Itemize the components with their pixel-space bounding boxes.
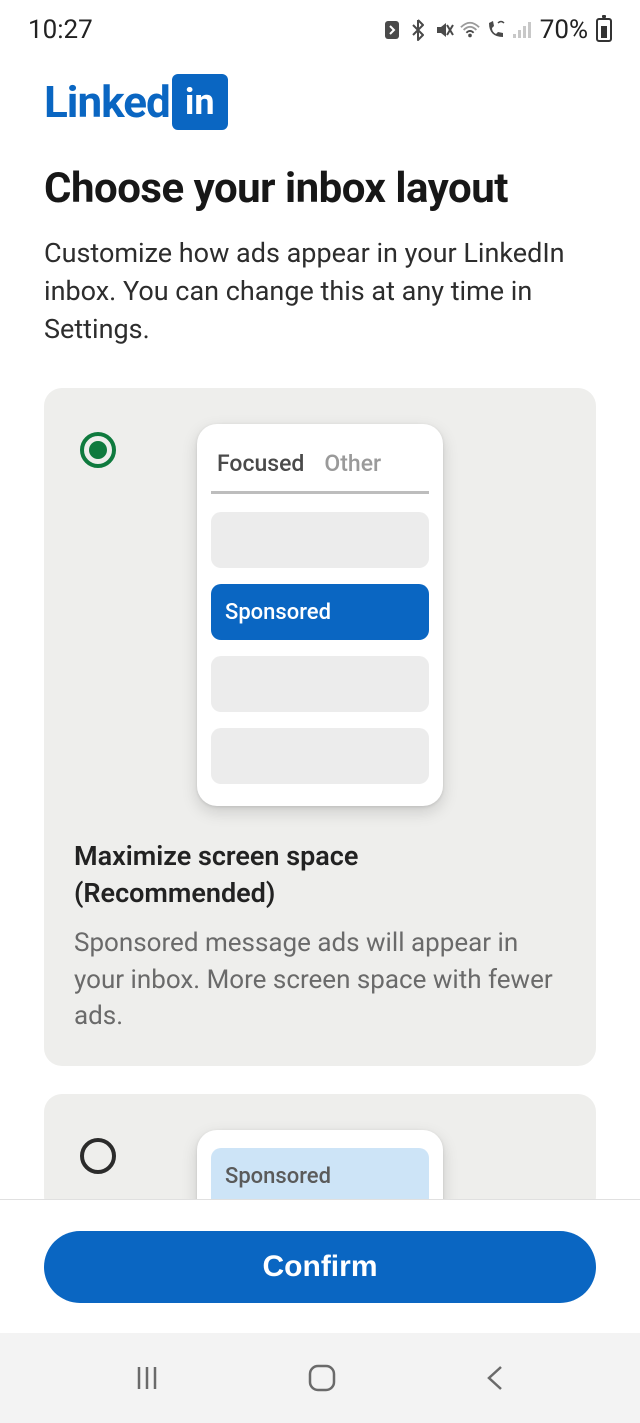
status-icons: 70% xyxy=(382,15,612,45)
system-nav-bar xyxy=(0,1333,640,1423)
mockup-preview-1: Focused Other Sponsored xyxy=(74,424,566,806)
sponsored-label: Sponsored xyxy=(225,1164,331,1189)
option1-title: Maximize screen space (Recommended) xyxy=(74,838,566,911)
bluetooth-icon xyxy=(408,20,428,40)
call-wifi-icon xyxy=(486,20,506,40)
status-time: 10:27 xyxy=(28,15,93,45)
battery-percent: 70% xyxy=(540,15,588,45)
tab-focused: Focused xyxy=(217,450,304,477)
linkedin-logo: Linked in xyxy=(44,74,596,130)
mute-icon xyxy=(434,20,454,40)
signal-icon xyxy=(512,20,532,40)
inbox-mockup: Focused Other Sponsored xyxy=(197,424,443,806)
sponsored-row: Sponsored xyxy=(211,584,429,640)
card-icon xyxy=(382,20,402,40)
page-subtitle: Customize how ads appear in your LinkedI… xyxy=(44,235,596,348)
option-maximize-space[interactable]: Focused Other Sponsored Maximize screen … xyxy=(44,388,596,1066)
recents-icon[interactable] xyxy=(132,1363,162,1393)
logo-box: in xyxy=(172,74,228,130)
confirm-button[interactable]: Confirm xyxy=(44,1231,596,1303)
mockup-preview-2: Sponsored xyxy=(74,1130,566,1199)
footer-bar: Confirm xyxy=(0,1199,640,1333)
sponsored-label: Sponsored xyxy=(225,600,331,625)
page-title: Choose your inbox layout xyxy=(44,164,596,213)
sponsored-banner: Sponsored xyxy=(211,1148,429,1199)
back-icon[interactable] xyxy=(482,1363,508,1393)
status-bar: 10:27 70% xyxy=(0,0,640,56)
inbox-mockup-banner: Sponsored xyxy=(197,1130,443,1199)
mockup-tabs: Focused Other xyxy=(211,442,429,494)
option1-desc: Sponsored message ads will appear in you… xyxy=(74,925,566,1034)
logo-word: Linked xyxy=(44,76,170,128)
message-placeholder xyxy=(211,512,429,568)
option-banner-ads[interactable]: Sponsored xyxy=(44,1094,596,1199)
main-content: Linked in Choose your inbox layout Custo… xyxy=(0,56,640,1199)
message-placeholder xyxy=(211,656,429,712)
home-icon[interactable] xyxy=(306,1362,338,1394)
message-placeholder xyxy=(211,728,429,784)
battery-icon xyxy=(596,18,612,42)
wifi-icon xyxy=(460,20,480,40)
tab-other: Other xyxy=(324,450,381,477)
